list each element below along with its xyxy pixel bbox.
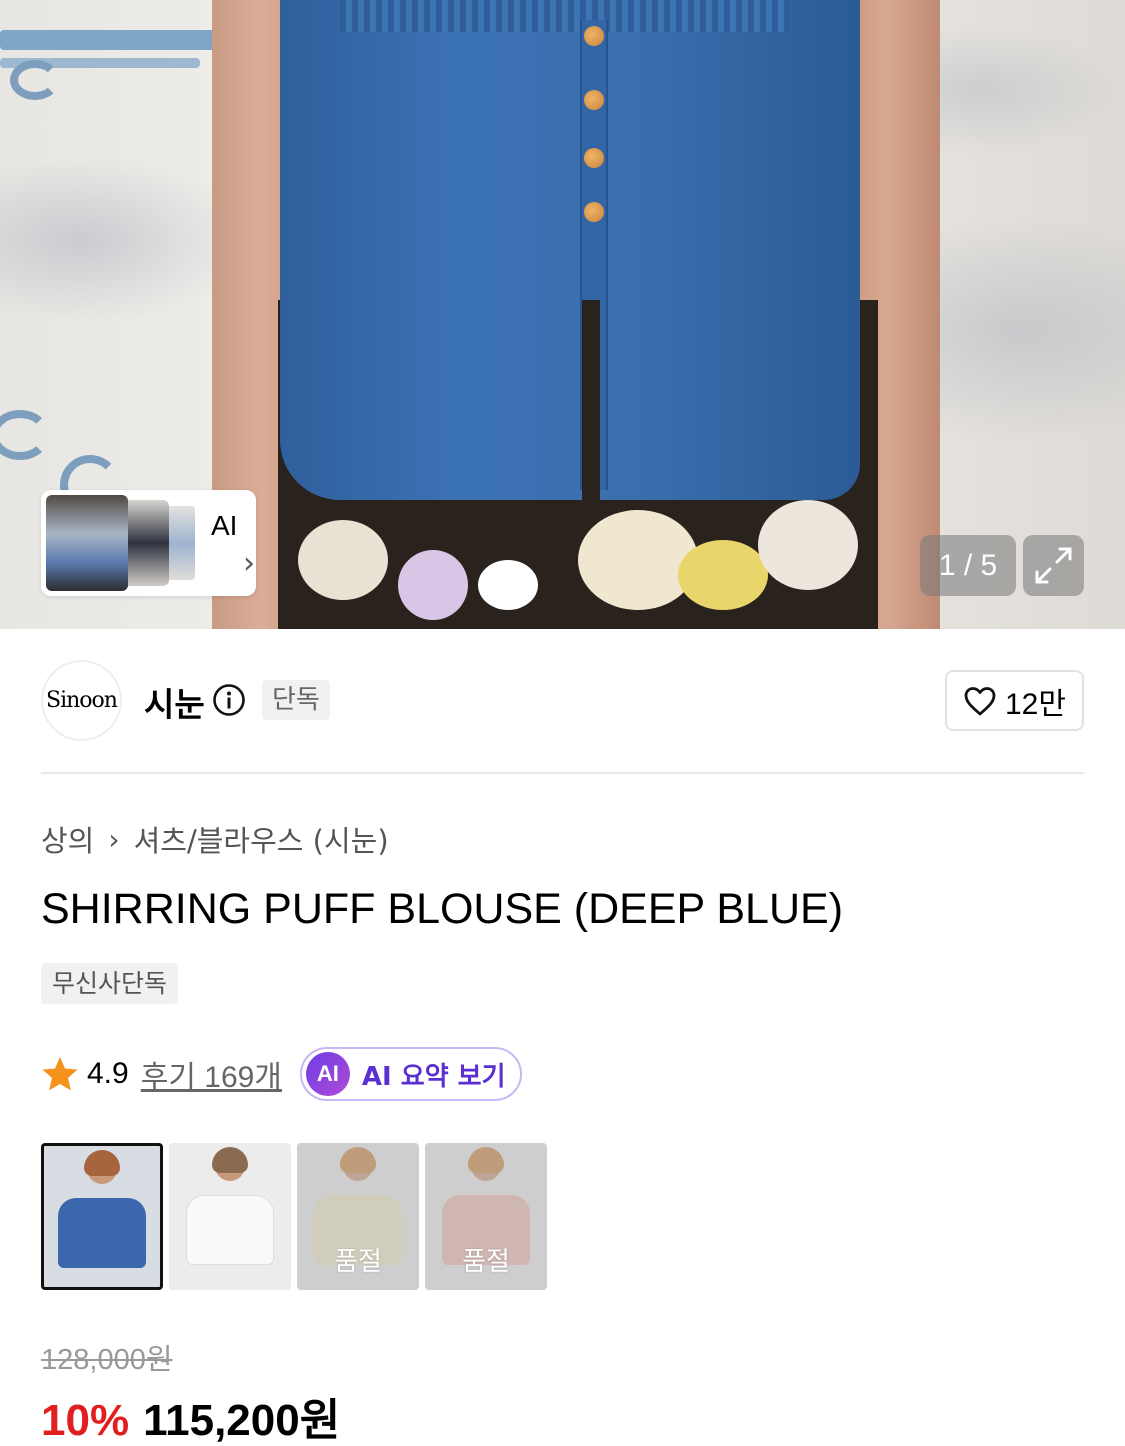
product-main-image[interactable]: AI › 1 / 5 — [0, 0, 1125, 629]
star-icon — [42, 1057, 78, 1091]
image-counter: 1 / 5 — [920, 535, 1016, 596]
info-icon[interactable] — [212, 683, 246, 717]
product-title: SHIRRING PUFF BLOUSE (DEEP BLUE) — [41, 885, 844, 933]
ai-card-label: AI — [211, 510, 238, 541]
rating-row: 4.9 후기 169개 AI AI 요약 보기 — [41, 1047, 522, 1101]
brand-logo[interactable]: Sinoon — [41, 660, 122, 741]
like-count: 12만 — [1005, 687, 1066, 721]
chevron-right-icon: › — [108, 822, 120, 856]
model-blouse — [280, 0, 860, 500]
price-row: 10% 115,200원 — [41, 1384, 340, 1446]
ai-summary-label: AI 요약 보기 — [361, 1061, 506, 1092]
exclusive-tag: 무신사단독 — [41, 963, 179, 1004]
rating-value: 4.9 — [87, 1057, 129, 1090]
sold-out-label: 품절 — [334, 1247, 382, 1277]
ai-icon: AI — [305, 1052, 350, 1096]
discount-rate: 10% — [41, 1396, 130, 1445]
reviews-link[interactable]: 후기 169개 — [141, 1052, 282, 1096]
chevron-right-icon: › — [243, 546, 255, 581]
exclusive-badge: 단독 — [262, 680, 330, 720]
color-option-pink[interactable]: 품절 — [425, 1143, 547, 1290]
blouse-button — [584, 148, 604, 168]
divider — [41, 772, 1084, 774]
breadcrumb-category[interactable]: 상의 — [41, 818, 94, 860]
brand-name[interactable]: 시눈 — [144, 678, 205, 726]
expand-icon[interactable] — [1023, 535, 1084, 596]
color-option-white[interactable] — [169, 1143, 291, 1290]
sold-out-label: 품절 — [462, 1247, 510, 1277]
blouse-button — [584, 90, 604, 110]
blouse-button — [584, 26, 604, 46]
sale-price: 115,200원 — [143, 1396, 341, 1445]
color-option-deep-blue[interactable] — [41, 1143, 163, 1290]
breadcrumb-subcategory[interactable]: 셔츠/블라우스 (시눈) — [134, 818, 389, 860]
color-options: 품절 품절 — [41, 1143, 547, 1290]
ai-thumbnail — [46, 495, 128, 591]
ai-summary-button[interactable]: AI AI 요약 보기 — [299, 1047, 522, 1101]
blouse-button — [584, 202, 604, 222]
ai-styling-card[interactable]: AI › — [41, 490, 256, 596]
color-option-butter[interactable]: 품절 — [297, 1143, 419, 1290]
breadcrumb: 상의 › 셔츠/블라우스 (시눈) — [41, 818, 389, 860]
railing-curl — [10, 60, 60, 100]
like-button[interactable]: 12만 — [945, 670, 1084, 731]
original-price: 128,000원 — [41, 1344, 173, 1376]
railing — [0, 30, 215, 50]
heart-icon — [964, 686, 996, 715]
